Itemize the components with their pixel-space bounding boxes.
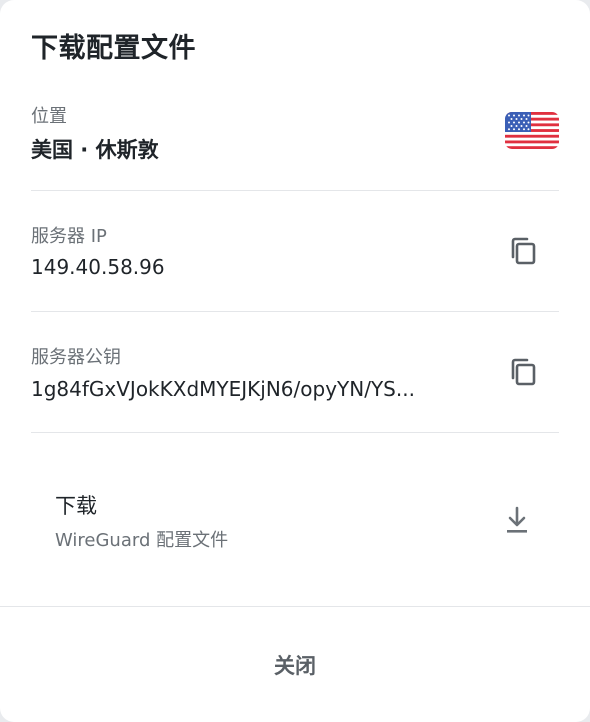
divider: [31, 190, 559, 191]
server-ip-row: 服务器 IP 149.40.58.96: [31, 220, 559, 290]
divider: [31, 432, 559, 433]
location-row: 位置 美国 · 休斯敦: [31, 100, 559, 170]
download-icon: [507, 506, 527, 533]
close-button[interactable]: 关闭: [0, 607, 590, 722]
copy-public-key-button[interactable]: [503, 352, 543, 392]
location-label: 位置: [31, 106, 67, 127]
download-config-button[interactable]: 下载 WireGuard 配置文件: [55, 488, 535, 558]
copy-ip-button[interactable]: [503, 231, 543, 271]
dialog-title: 下载配置文件: [31, 33, 196, 64]
copy-icon: [511, 358, 536, 386]
divider: [31, 311, 559, 312]
us-flag-icon: [505, 112, 559, 149]
server-ip-label: 服务器 IP: [31, 226, 107, 247]
public-key-value: 1g84fGxVJokKXdMYEJKjN6/opyYN/YS...: [31, 377, 415, 401]
copy-icon: [511, 237, 536, 265]
public-key-row: 服务器公钥 1g84fGxVJokKXdMYEJKjN6/opyYN/YS...: [31, 341, 559, 411]
download-subtitle: WireGuard 配置文件: [55, 530, 229, 551]
download-title: 下载: [55, 494, 97, 518]
server-ip-value: 149.40.58.96: [31, 255, 165, 279]
location-value: 美国 · 休斯敦: [31, 138, 159, 162]
download-config-dialog: 下载配置文件 位置 美国 · 休斯敦 服务器 IP 149.40.58.96 服…: [0, 0, 590, 722]
public-key-label: 服务器公钥: [31, 347, 121, 368]
